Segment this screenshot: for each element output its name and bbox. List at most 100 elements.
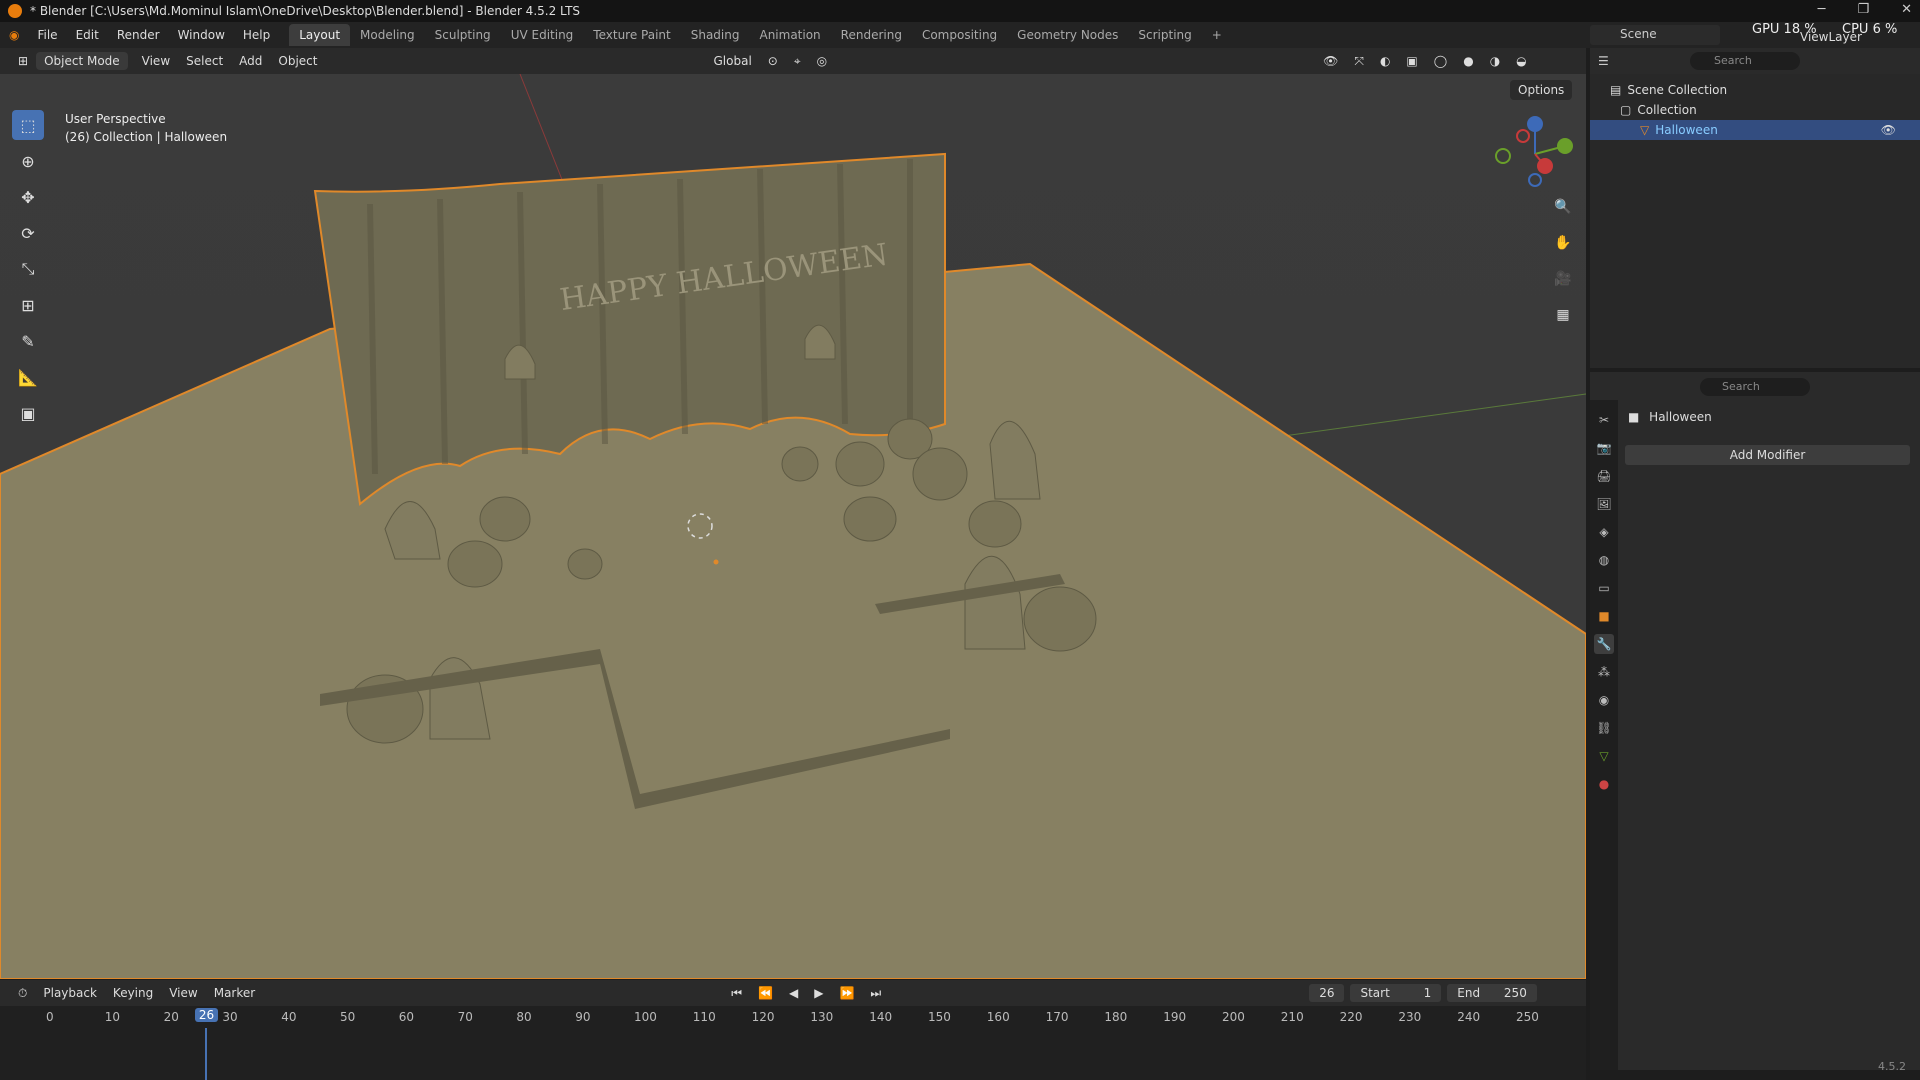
gizmo-icon[interactable]: ⤧: [1346, 54, 1372, 69]
material-tab-icon[interactable]: ●: [1594, 774, 1614, 794]
current-frame-field[interactable]: 26: [1309, 984, 1345, 1002]
next-keyframe-icon[interactable]: ⏩: [831, 986, 862, 1000]
viewlayer-selector[interactable]: ViewLayer: [1800, 30, 1862, 44]
outliner-collection[interactable]: ▢ Collection: [1590, 100, 1920, 120]
world-tab-icon[interactable]: ◍: [1594, 550, 1614, 570]
collection-tab-icon[interactable]: ▭: [1594, 578, 1614, 598]
tab-texture-paint[interactable]: Texture Paint: [583, 24, 680, 46]
eye-icon[interactable]: 👁: [1881, 123, 1896, 137]
prev-keyframe-icon[interactable]: ⏪: [750, 986, 781, 1000]
timeline-ruler[interactable]: 26 0 10 20 30 40 50 60 70 80 90 100 110 120 130 140 150…: [0, 1006, 1586, 1080]
editor-type-icon[interactable]: ⊞: [10, 54, 36, 68]
output-tab-icon[interactable]: 🖨: [1594, 466, 1614, 486]
pivot-icon[interactable]: ⊙: [760, 54, 786, 68]
select-box-tool-icon[interactable]: ⬚: [12, 110, 44, 140]
tab-geometry-nodes[interactable]: Geometry Nodes: [1007, 24, 1128, 46]
menu-edit[interactable]: Edit: [67, 28, 108, 42]
viewport-menu-select[interactable]: Select: [178, 54, 231, 68]
tab-scripting[interactable]: Scripting: [1128, 24, 1201, 46]
viewport-menu-object[interactable]: Object: [270, 54, 325, 68]
tab-uv-editing[interactable]: UV Editing: [501, 24, 584, 46]
close-icon[interactable]: ✕: [1901, 2, 1912, 17]
transform-tool-icon[interactable]: ⊞: [12, 290, 44, 320]
outliner-scene-collection[interactable]: ▤ Scene Collection: [1590, 80, 1920, 100]
end-frame-field[interactable]: End 250: [1447, 984, 1537, 1002]
add-cube-tool-icon[interactable]: ▣: [12, 398, 44, 428]
timeline-menu-marker[interactable]: Marker: [206, 986, 263, 1000]
material-shading-icon[interactable]: ◑: [1482, 54, 1508, 68]
tab-compositing[interactable]: Compositing: [912, 24, 1007, 46]
outliner-object-halloween[interactable]: ▽ Halloween 👁: [1590, 120, 1920, 140]
snap-icon[interactable]: ⌖: [786, 54, 809, 69]
proportional-edit-icon[interactable]: ◎: [809, 54, 835, 68]
cursor-tool-icon[interactable]: ⊕: [12, 146, 44, 176]
modifier-tab-icon[interactable]: 🔧: [1594, 634, 1614, 654]
render-tab-icon[interactable]: 📷: [1594, 438, 1614, 458]
play-icon[interactable]: ▶: [806, 986, 831, 1000]
rotate-tool-icon[interactable]: ⟳: [12, 218, 44, 248]
blender-menu-icon[interactable]: ◉: [0, 28, 28, 42]
physics-tab-icon[interactable]: ◉: [1594, 690, 1614, 710]
annotate-tool-icon[interactable]: ✎: [12, 326, 44, 356]
solid-shading-icon[interactable]: ●: [1455, 54, 1481, 68]
tool-tab-icon[interactable]: ✂: [1594, 410, 1614, 430]
scene-selector[interactable]: Scene: [1590, 25, 1720, 45]
jump-start-icon[interactable]: ⏮: [723, 986, 750, 1001]
object-tab-icon[interactable]: ■: [1594, 606, 1614, 626]
current-frame-indicator[interactable]: 26: [194, 1008, 219, 1022]
measure-tool-icon[interactable]: 📐: [12, 362, 44, 392]
tab-animation[interactable]: Animation: [749, 24, 830, 46]
menu-render[interactable]: Render: [108, 28, 169, 42]
particles-tab-icon[interactable]: ⁂: [1594, 662, 1614, 682]
transform-orientation-dropdown[interactable]: Global: [706, 54, 760, 68]
add-workspace-icon[interactable]: +: [1202, 24, 1232, 46]
timeline-menu-keying[interactable]: Keying: [105, 986, 161, 1000]
move-tool-icon[interactable]: ✥: [12, 182, 44, 212]
mode-dropdown[interactable]: Object Mode: [36, 52, 128, 70]
timeline-editor-icon[interactable]: ⏱: [10, 986, 35, 1001]
timeline-menu-view[interactable]: View: [161, 986, 205, 1000]
visibility-icon[interactable]: 👁: [1315, 54, 1346, 68]
camera-view-icon[interactable]: 🎥: [1550, 266, 1576, 292]
play-reverse-icon[interactable]: ◀: [781, 986, 806, 1000]
viewport-menu-view[interactable]: View: [134, 54, 178, 68]
rendered-shading-icon[interactable]: ◒: [1508, 54, 1534, 68]
perspective-label: User Perspective: [65, 112, 166, 126]
menu-help[interactable]: Help: [234, 28, 279, 42]
start-frame-field[interactable]: Start 1: [1350, 984, 1442, 1002]
outliner-search-input[interactable]: Search: [1690, 52, 1800, 70]
ortho-toggle-icon[interactable]: ▦: [1550, 302, 1576, 328]
3d-viewport[interactable]: HAPPY HALLOWEEN User Perspective (26) Co…: [0, 74, 1586, 979]
outliner-editor-icon[interactable]: ☰: [1598, 54, 1609, 68]
wireframe-shading-icon[interactable]: ◯: [1426, 54, 1455, 68]
view-layer-tab-icon[interactable]: 🖼: [1594, 494, 1614, 514]
zoom-icon[interactable]: 🔍: [1550, 194, 1576, 220]
menu-window[interactable]: Window: [169, 28, 234, 42]
scale-tool-icon[interactable]: ⤡: [12, 254, 44, 284]
overlay-icon[interactable]: ◐: [1372, 54, 1398, 68]
maximize-icon[interactable]: ❐: [1857, 2, 1869, 17]
timeline-menu-playback[interactable]: Playback: [35, 986, 105, 1000]
scene-tab-icon[interactable]: ◈: [1594, 522, 1614, 542]
tab-rendering[interactable]: Rendering: [831, 24, 912, 46]
tab-modeling[interactable]: Modeling: [350, 24, 425, 46]
xray-icon[interactable]: ▣: [1398, 54, 1425, 68]
timeline-tick: 10: [104, 1010, 121, 1024]
tab-layout[interactable]: Layout: [289, 24, 351, 46]
add-modifier-button[interactable]: Add Modifier: [1625, 445, 1910, 465]
data-tab-icon[interactable]: ▽: [1594, 746, 1614, 766]
options-dropdown[interactable]: Options: [1510, 80, 1573, 100]
menu-file[interactable]: File: [28, 28, 66, 42]
constraints-tab-icon[interactable]: ⛓: [1594, 718, 1614, 738]
pan-icon[interactable]: ✋: [1550, 230, 1576, 256]
tab-sculpting[interactable]: Sculpting: [425, 24, 501, 46]
timeline-tick: 150: [928, 1010, 951, 1024]
version-label: 4.5.2: [1878, 1060, 1906, 1073]
properties-search-input[interactable]: Search: [1700, 378, 1810, 396]
timeline-tick: 110: [692, 1010, 716, 1024]
timeline-header: ⏱ Playback Keying View Marker ⏮ ⏪ ◀ ▶ ⏩ …: [0, 980, 1586, 1006]
minimize-icon[interactable]: ─: [1818, 2, 1826, 17]
tab-shading[interactable]: Shading: [681, 24, 750, 46]
jump-end-icon[interactable]: ⏭: [862, 986, 889, 1001]
viewport-menu-add[interactable]: Add: [231, 54, 270, 68]
